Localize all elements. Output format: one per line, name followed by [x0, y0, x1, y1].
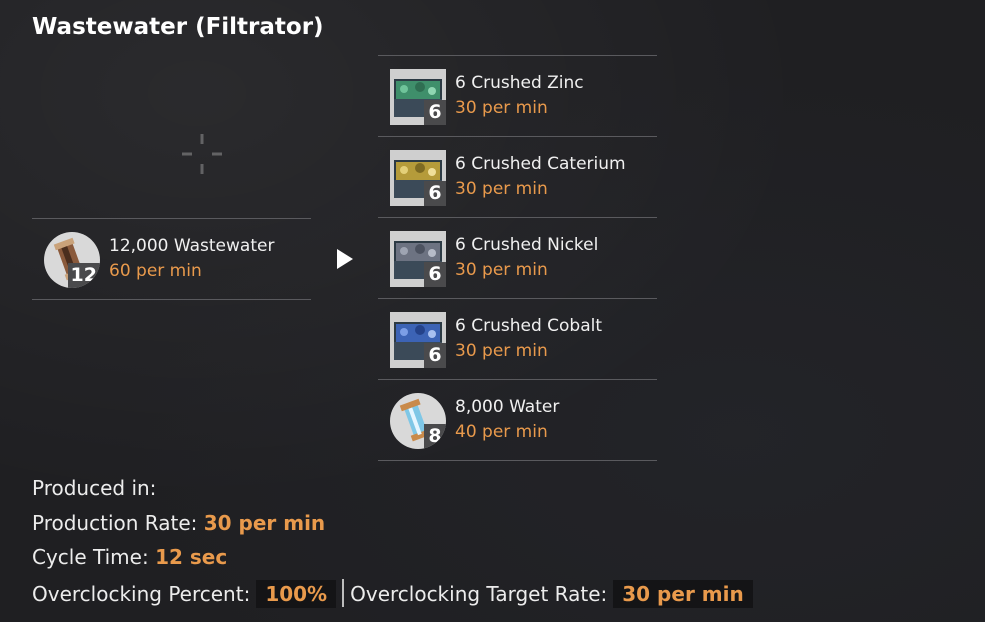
overclocking-target-input[interactable]: 30 per min [613, 579, 753, 608]
produced-in-label: Produced in: [32, 476, 157, 500]
quantity-badge: 12 [67, 263, 100, 288]
crushed-caterium-icon: 6 [390, 150, 446, 206]
crushed-zinc-icon: 6 [390, 69, 446, 125]
output-item-crushed-nickel[interactable]: 6 6 Crushed Nickel 30 per min [378, 217, 657, 298]
output-list: 6 6 Crushed Zinc 30 per min 6 6 Crushed … [378, 55, 657, 461]
recipe-stats: Produced in: Production Rate: 30 per min… [32, 476, 753, 614]
cycle-time-label: Cycle Time: [32, 545, 149, 569]
output-item-crushed-cobalt[interactable]: 6 6 Crushed Cobalt 30 per min [378, 298, 657, 379]
overclocking-line: Overclocking Percent: 100% Overclocking Ta… [32, 579, 753, 615]
quantity-badge: 8 [424, 424, 446, 449]
wastewater-canister-icon: 12 [44, 232, 100, 288]
input-ingredient[interactable]: 12 12,000 Wastewater 60 per min [32, 218, 311, 300]
water-canister-icon: 8 [390, 393, 446, 449]
quantity-badge: 6 [424, 181, 446, 206]
input-name: 12,000 Wastewater [109, 236, 275, 256]
output-name: 8,000 Water [455, 397, 560, 417]
cycle-time-line: Cycle Time: 12 sec [32, 545, 753, 580]
divider [342, 579, 345, 607]
overclocking-target-label: Overclocking Target Rate: [350, 581, 608, 606]
output-item-water[interactable]: 8 8,000 Water 40 per min [378, 379, 657, 461]
play-arrow-icon [337, 249, 353, 269]
crushed-cobalt-icon: 6 [390, 312, 446, 368]
output-rate: 30 per min [455, 98, 548, 118]
output-name: 6 Crushed Cobalt [455, 316, 603, 336]
output-item-crushed-zinc[interactable]: 6 6 Crushed Zinc 30 per min [378, 55, 657, 136]
production-rate-label: Production Rate: [32, 510, 198, 535]
production-rate-value: 30 per min [203, 510, 326, 535]
quantity-badge: 6 [424, 100, 446, 125]
production-rate-line: Production Rate: 30 per min [32, 511, 753, 546]
output-rate: 30 per min [455, 341, 548, 361]
crosshair-icon [182, 134, 222, 174]
output-rate: 40 per min [455, 422, 548, 442]
recipe-title: Wastewater (Filtrator) [32, 14, 324, 40]
quantity-badge: 6 [424, 262, 446, 287]
quantity-badge: 6 [424, 343, 446, 368]
output-name: 6 Crushed Nickel [455, 235, 599, 255]
output-name: 6 Crushed Zinc [455, 73, 584, 93]
output-name: 6 Crushed Caterium [455, 154, 626, 174]
overclocking-percent-label: Overclocking Percent: [32, 581, 251, 606]
crushed-nickel-icon: 6 [390, 231, 446, 287]
overclocking-percent-input[interactable]: 100% [256, 579, 337, 608]
output-rate: 30 per min [455, 179, 548, 199]
output-rate: 30 per min [455, 260, 548, 280]
produced-in-line: Produced in: [32, 476, 753, 511]
input-rate: 60 per min [109, 261, 202, 281]
output-item-crushed-caterium[interactable]: 6 6 Crushed Caterium 30 per min [378, 136, 657, 217]
cycle-time-value: 12 sec [155, 545, 228, 569]
